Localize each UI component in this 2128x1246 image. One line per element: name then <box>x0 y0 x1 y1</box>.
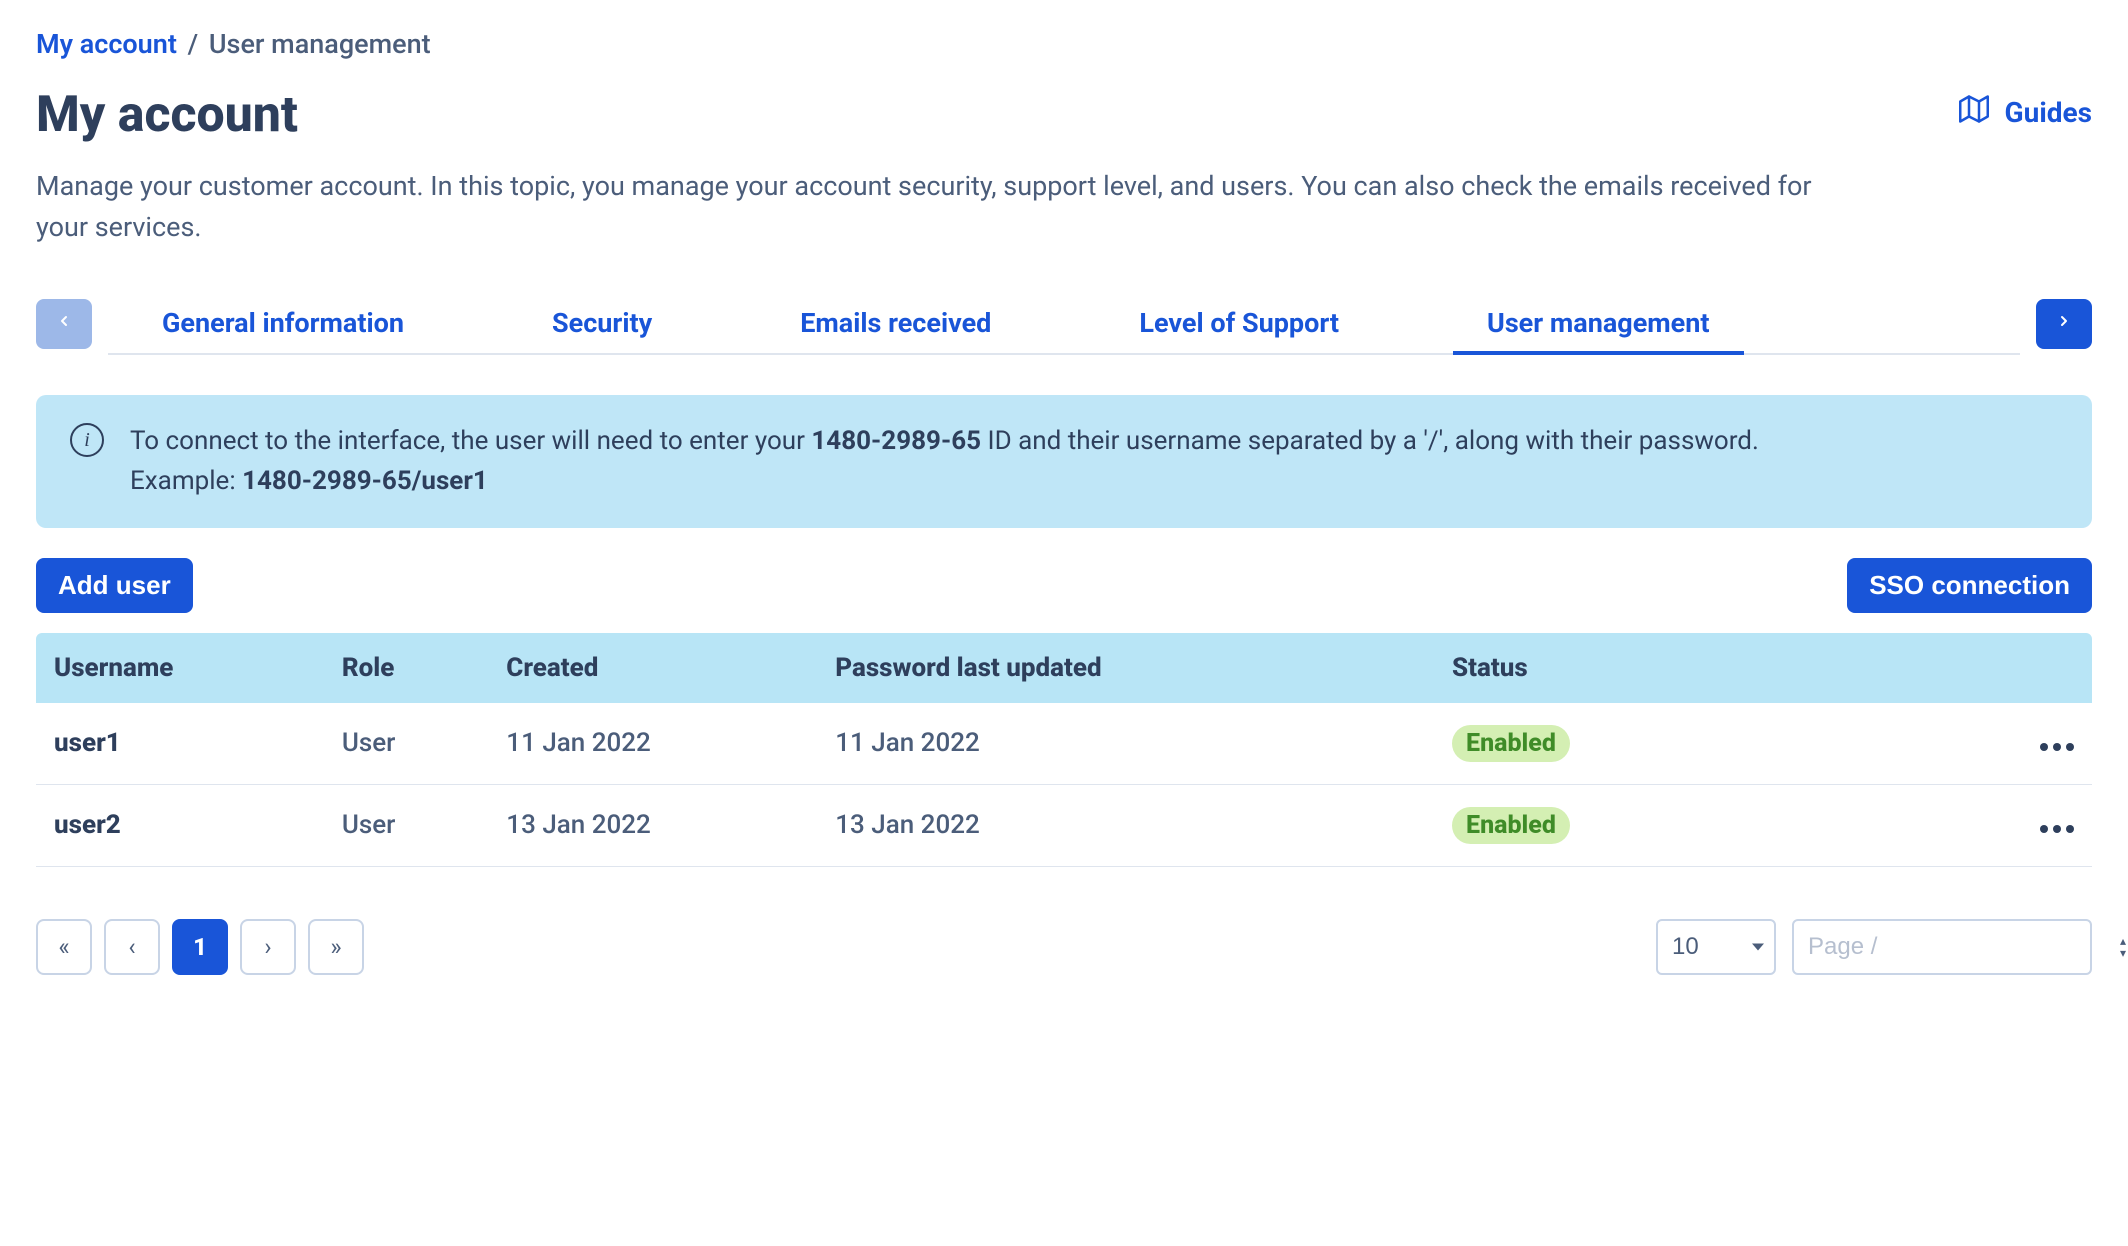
col-role: Role <box>324 633 488 703</box>
cell-role: User <box>324 703 488 785</box>
tabs-scroll-left[interactable] <box>36 299 92 349</box>
page-description: Manage your customer account. In this to… <box>36 166 1836 247</box>
guides-link[interactable]: Guides <box>1959 94 2092 131</box>
page-prev-button[interactable]: ‹ <box>104 919 160 975</box>
chevron-up-icon: ▴ <box>2120 935 2126 947</box>
map-icon <box>1959 94 1989 131</box>
col-password-updated: Password last updated <box>817 633 1434 703</box>
tab-general-information[interactable]: General information <box>128 293 438 353</box>
col-username: Username <box>36 633 324 703</box>
page-number-button[interactable]: 1 <box>172 919 228 975</box>
tab-level-of-support[interactable]: Level of Support <box>1105 293 1373 353</box>
page-size-select[interactable]: 10 <box>1656 919 1776 975</box>
tab-security[interactable]: Security <box>518 293 686 353</box>
breadcrumb-current: User management <box>209 28 431 60</box>
chevron-right-icon <box>2056 308 2072 340</box>
info-example-label: Example: <box>130 466 242 496</box>
breadcrumb: My account / User management <box>36 28 2092 60</box>
status-badge: Enabled <box>1452 725 1570 762</box>
status-badge: Enabled <box>1452 807 1570 844</box>
table-row: user2 User 13 Jan 2022 13 Jan 2022 Enabl… <box>36 784 2092 866</box>
chevron-down-icon: ▾ <box>2120 947 2126 959</box>
page-number-stepper[interactable]: ▴ ▾ <box>2120 935 2126 959</box>
breadcrumb-separator: / <box>184 28 203 60</box>
col-created: Created <box>488 633 817 703</box>
table-row: user1 User 11 Jan 2022 11 Jan 2022 Enabl… <box>36 703 2092 785</box>
info-message: To connect to the interface, the user wi… <box>130 421 1759 502</box>
chevron-left-icon <box>56 308 72 340</box>
tab-emails-received[interactable]: Emails received <box>766 293 1025 353</box>
page-last-button[interactable]: » <box>308 919 364 975</box>
row-menu-button[interactable] <box>2040 825 2074 833</box>
ellipsis-icon <box>2040 825 2048 833</box>
add-user-button[interactable]: Add user <box>36 558 193 613</box>
cell-status: Enabled <box>1434 703 1886 785</box>
sso-connection-button[interactable]: SSO connection <box>1847 558 2092 613</box>
page-next-button[interactable]: › <box>240 919 296 975</box>
info-icon: i <box>70 423 104 457</box>
col-actions <box>1886 633 2092 703</box>
cell-created: 11 Jan 2022 <box>488 703 817 785</box>
breadcrumb-root[interactable]: My account <box>36 28 177 60</box>
tabs: General information Security Emails rece… <box>108 293 2020 355</box>
info-example-value: 1480-2989-65/user1 <box>242 466 488 496</box>
cell-username: user2 <box>36 784 324 866</box>
users-table: Username Role Created Password last upda… <box>36 633 2092 867</box>
tabs-scroll-right[interactable] <box>2036 299 2092 349</box>
cell-username: user1 <box>36 703 324 785</box>
ellipsis-icon <box>2040 743 2048 751</box>
info-text-1: To connect to the interface, the user wi… <box>130 426 811 456</box>
page-title: My account <box>36 86 298 144</box>
info-account-id: 1480-2989-65 <box>811 426 981 456</box>
cell-actions <box>1886 784 2092 866</box>
cell-role: User <box>324 784 488 866</box>
info-text-2: ID and their username separated by a '/'… <box>981 426 1759 456</box>
cell-actions <box>1886 703 2092 785</box>
row-menu-button[interactable] <box>2040 743 2074 751</box>
guides-label: Guides <box>2005 96 2092 129</box>
tab-user-management[interactable]: User management <box>1453 293 1744 353</box>
cell-created: 13 Jan 2022 <box>488 784 817 866</box>
cell-pwd: 11 Jan 2022 <box>817 703 1434 785</box>
page-first-button[interactable]: « <box>36 919 92 975</box>
cell-status: Enabled <box>1434 784 1886 866</box>
cell-pwd: 13 Jan 2022 <box>817 784 1434 866</box>
info-banner: i To connect to the interface, the user … <box>36 395 2092 528</box>
col-status: Status <box>1434 633 1886 703</box>
page-number-input[interactable] <box>1794 932 2120 962</box>
